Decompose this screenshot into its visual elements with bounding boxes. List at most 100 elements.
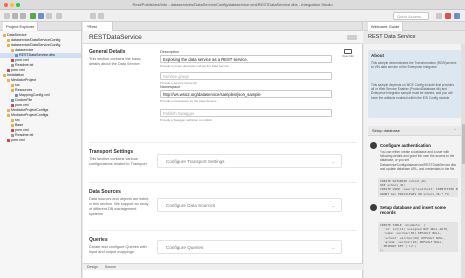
tree-item-label: dataservice/DataServiceConfig [11, 38, 61, 42]
service-group-field[interactable]: Service group [160, 72, 332, 80]
transport-settings-title: Transport Settings [89, 149, 134, 155]
new-file-icon[interactable] [4, 13, 10, 19]
namespace-field[interactable]: http://ws.wso2.org/dataservice/samples/j… [160, 90, 332, 98]
publish-swagger-hint: Provide a Swagger definition to publish [160, 118, 212, 122]
publish-swagger-field[interactable]: Publish Swagger [160, 109, 332, 117]
about-paragraph-2: This sample depends on MCE Config includ… [371, 83, 454, 100]
step-setup-database: Setup database and insert some records [368, 204, 461, 224]
file-icon [11, 83, 14, 87]
file-icon [11, 63, 14, 67]
editor-header: RESTDataService [83, 31, 363, 44]
queries-title: Queries [89, 237, 108, 243]
integration-perspective-icon[interactable] [445, 13, 451, 19]
tree-item[interactable]: pom.xml [0, 138, 81, 143]
description-hint: Provide a proper description about the D… [160, 64, 229, 68]
editor-bottom-tabs: Design Source [83, 263, 363, 270]
transport-settings-dropdown-label: Configure Transport Settings [166, 159, 225, 164]
about-title: About [371, 53, 384, 58]
file-icon [7, 138, 10, 142]
save-all-icon[interactable] [20, 13, 26, 19]
title-bar: Rest/Published/Info - dataservices/DataS… [0, 0, 465, 10]
debug-icon[interactable] [38, 13, 44, 19]
build-icon[interactable] [46, 13, 52, 19]
general-details-title: General Details [89, 49, 126, 55]
quick-access-input[interactable]: Quick Access [393, 12, 429, 20]
step-number-icon [370, 142, 377, 149]
section-divider [89, 142, 357, 143]
file-icon [11, 88, 14, 92]
navigate-back-icon[interactable] [90, 13, 96, 19]
data-sources-title: Data Sources [89, 189, 121, 195]
data-sources-section: Data Sources Data sources and objects ar… [83, 186, 363, 226]
description-field[interactable]: Exposing the data service as a REST serv… [160, 55, 332, 63]
file-icon [3, 33, 6, 37]
tree-item-label: MediatorProject [11, 78, 37, 82]
file-icon [11, 118, 14, 122]
queries-dropdown-label: Configure Queries [166, 245, 204, 250]
guide-scrollbar[interactable] [461, 44, 465, 278]
about-paragraph-1: This sample demonstrates the Transformat… [371, 61, 457, 70]
data-sources-description: Data sources and objects are listed in t… [89, 197, 149, 216]
chevron-down-icon: ⌄ [331, 203, 335, 208]
code-block-authentication: CREATE DATABASE school_db; USE school_db… [378, 178, 458, 197]
section-divider [89, 230, 357, 231]
general-details-section: General Details This section contains th… [83, 46, 363, 142]
header-actions-icon[interactable] [347, 35, 357, 40]
tree-item-label: pom.xml [15, 128, 29, 132]
file-icon [7, 68, 10, 72]
setup-database-title: Setup database [372, 128, 401, 133]
tree-item-label: dataservice/DataServiceConfig [11, 43, 61, 47]
design-perspective-icon[interactable] [454, 13, 460, 19]
queries-description: Create and configure Queries with input … [89, 245, 147, 254]
main-toolbar: Quick Access [0, 10, 465, 22]
queries-dropdown[interactable]: Configure Queries ⌄ [157, 240, 342, 254]
chevron-down-icon: ⌄ [331, 245, 335, 250]
tab-source[interactable]: Source [105, 265, 116, 269]
tab-rest-editor[interactable]: *Rest [83, 22, 113, 31]
file-icon [7, 78, 10, 82]
tab-design[interactable]: Design [87, 265, 98, 269]
step-title: Setup database and insert some records [380, 205, 446, 215]
tree-item-label: src [15, 118, 20, 122]
data-sources-dropdown-label: Configure Data Sources [166, 203, 216, 208]
open-info-label: Open Info [342, 55, 354, 58]
tree-item-label: MediatorProjectConfigs [11, 113, 49, 117]
tree-item-label: pom.xml [11, 68, 25, 72]
tab-project-explorer[interactable]: Project Explorer [3, 22, 39, 31]
save-icon[interactable] [12, 13, 18, 19]
open-info-icon[interactable]: Open Info [341, 49, 355, 59]
tree-item-label: Resources [15, 88, 33, 92]
file-icon [7, 108, 10, 112]
file-icon [7, 43, 10, 47]
file-icon [15, 93, 18, 97]
file-icon [11, 48, 14, 52]
file-icon [11, 58, 14, 62]
code-block-setup-database: CREATE TABLE `students` ( `id` int(11) u… [378, 222, 458, 252]
description-label: Description [160, 50, 179, 54]
step-title: Configure authentication [380, 143, 431, 148]
chevron-down-icon: ⌄ [331, 159, 335, 164]
step-number-icon [370, 204, 377, 211]
navigate-forward-icon[interactable] [98, 13, 104, 19]
perspective-icon[interactable] [436, 13, 442, 19]
run-icon[interactable] [30, 13, 36, 19]
tree-item-label: Installation [7, 73, 25, 77]
editor-tab-bar: *Rest [83, 22, 362, 31]
search-tool-icon[interactable] [56, 13, 62, 19]
namespace-hint: Provide a namespace for the Data Service [160, 99, 217, 103]
tree-item-label: MappingConfig.xml [19, 93, 50, 97]
file-icon [11, 98, 14, 102]
transport-settings-dropdown[interactable]: Configure Transport Settings ⌄ [157, 154, 342, 168]
scrollbar-thumb[interactable] [461, 124, 465, 164]
project-explorer-tab-bar: Project Explorer [0, 22, 81, 31]
tree-item-label: Readme.txt [15, 133, 34, 137]
step-text: You can either create a database and a u… [380, 150, 457, 171]
tree-item-label: MediatorProjectConfigs [11, 108, 49, 112]
general-details-description: This section contains the basic details … [89, 57, 141, 66]
setup-database-header[interactable]: Setup database ⌃ [368, 126, 461, 136]
tab-welcome-guide[interactable]: Welcome Guide [368, 22, 404, 31]
tree-item-label: pom.xml [15, 103, 29, 107]
file-icon [11, 128, 14, 132]
chevron-up-icon: ⌃ [453, 128, 457, 133]
data-sources-dropdown[interactable]: Configure Data Sources ⌄ [157, 198, 342, 212]
